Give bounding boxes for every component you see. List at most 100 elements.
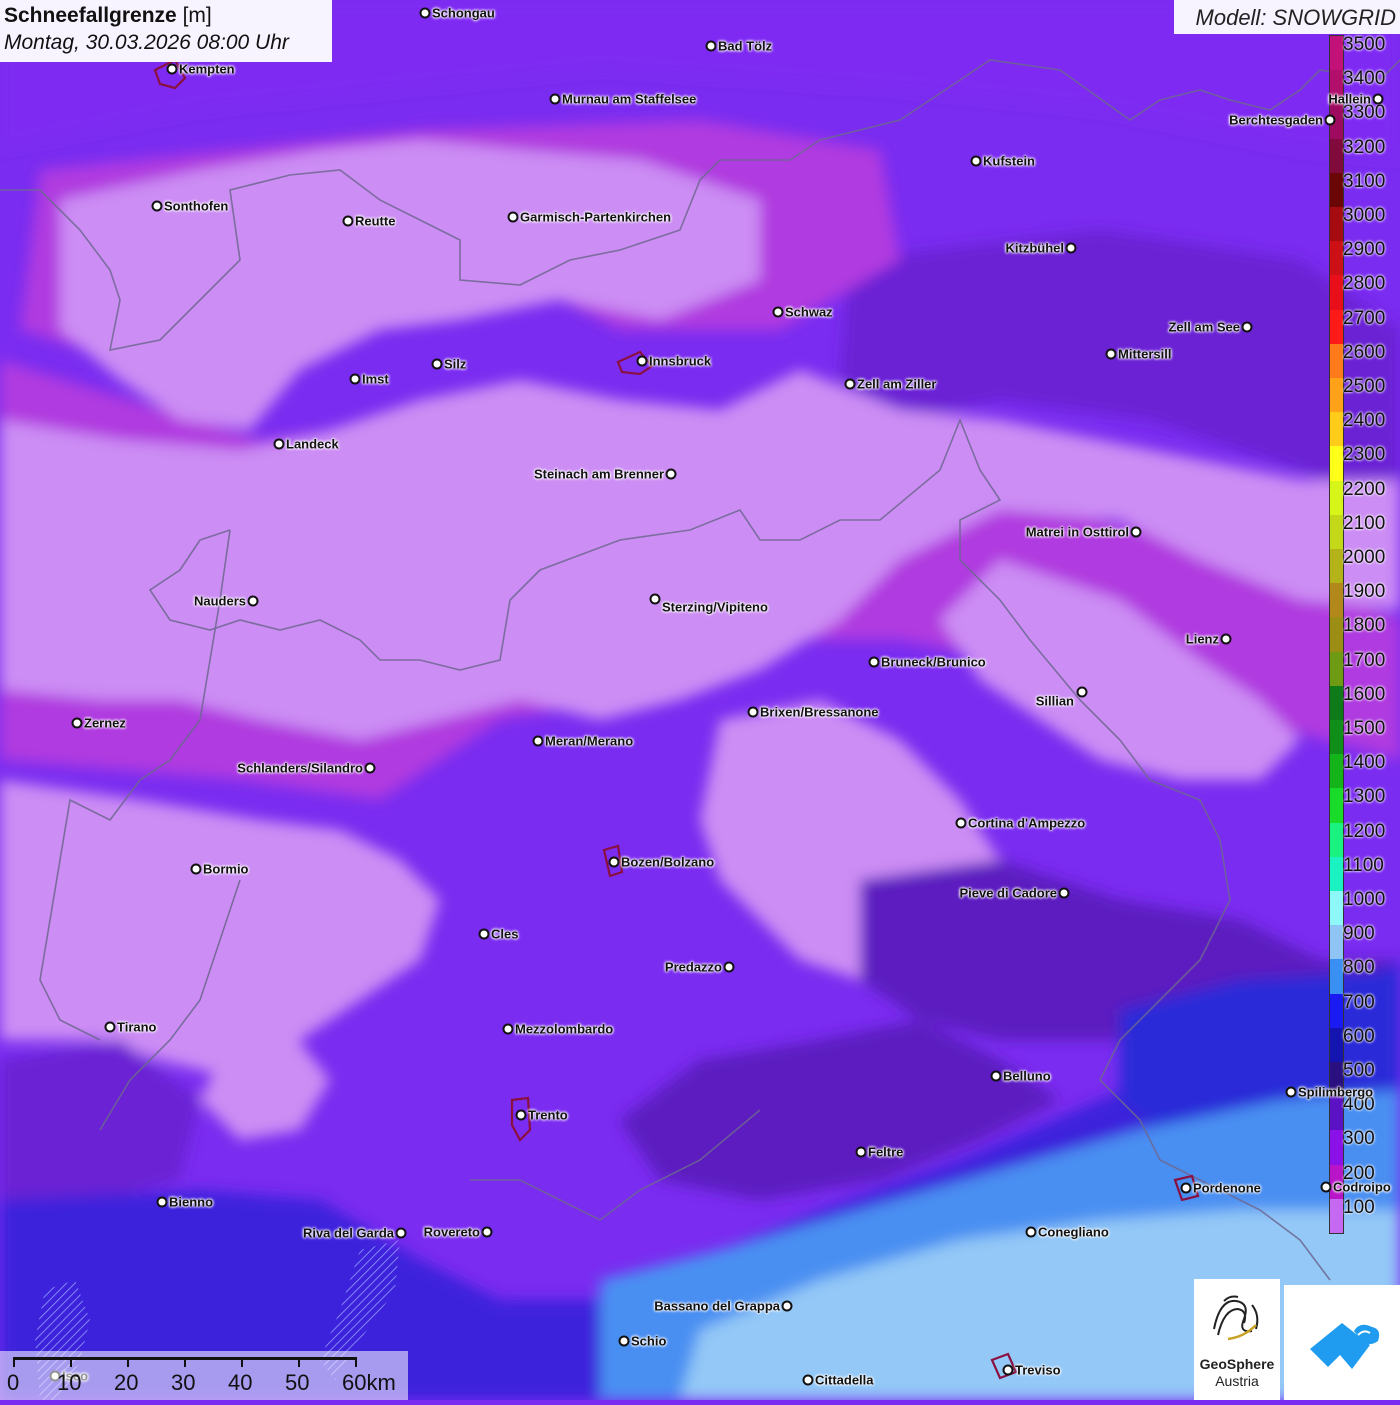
city-dot-icon	[273, 438, 285, 450]
scale-label: 0	[7, 1370, 20, 1395]
legend-swatch	[1330, 651, 1343, 687]
legend-label: 3400	[1343, 68, 1386, 90]
city-dot-icon	[1324, 114, 1336, 126]
scale-tick	[13, 1357, 15, 1367]
legend-label: 1700	[1343, 649, 1386, 671]
mountain-cloud-icon	[1310, 1323, 1380, 1369]
city-label: Schio	[631, 1333, 667, 1349]
city-dot-icon	[247, 595, 259, 607]
city-dot-icon	[1065, 242, 1077, 254]
city-dot-icon	[190, 863, 202, 875]
city-label: Silz	[444, 356, 467, 372]
city-dot-icon	[855, 1146, 867, 1158]
legend-label: 2200	[1343, 478, 1386, 500]
city-label: Schlanders/Silandro	[237, 760, 363, 776]
legend-label: 2300	[1343, 444, 1386, 466]
color-legend	[1329, 35, 1344, 1234]
legend-label: 500	[1343, 1060, 1375, 1081]
legend-swatch	[1330, 172, 1343, 208]
city-label: Innsbruck	[649, 353, 712, 369]
legend-swatch	[1330, 617, 1343, 653]
city-label: Zell am See	[1168, 319, 1240, 335]
city-dot-icon	[156, 1196, 168, 1208]
scale-tick	[241, 1357, 243, 1367]
city-dot-icon	[705, 40, 717, 52]
city-label: Predazzo	[664, 959, 722, 975]
legend-swatch	[1330, 309, 1343, 345]
city-label: Bormio	[203, 861, 249, 877]
legend-label: 2000	[1343, 547, 1386, 568]
legend-swatch	[1330, 754, 1343, 789]
city-label: Codroipo	[1333, 1179, 1391, 1195]
legend-swatch	[1330, 788, 1343, 824]
city-label: Bienno	[169, 1194, 214, 1210]
scale-label: 10	[57, 1370, 82, 1395]
city-label: Sonthofen	[164, 198, 229, 214]
map-title: Schneefallgrenze [m]	[4, 4, 212, 27]
model-label-box: Modell: SNOWGRID	[1174, 0, 1400, 34]
scale-tick	[127, 1357, 129, 1367]
city-label: Riva del Garda	[302, 1225, 394, 1241]
city-label: Cortina d'Ampezzo	[968, 815, 1086, 831]
legend-swatch	[1330, 856, 1343, 892]
city-label: Imst	[362, 371, 389, 387]
city-dot-icon	[1241, 321, 1253, 333]
city-dot-icon	[1058, 887, 1070, 899]
legend-label: 2600	[1343, 341, 1386, 363]
legend-swatch	[1330, 241, 1343, 276]
legend-label: 2500	[1343, 376, 1386, 397]
legend-label: 1200	[1343, 820, 1386, 842]
city-dot-icon	[349, 373, 361, 385]
city-dot-icon	[649, 593, 661, 605]
legend-label: 2100	[1343, 512, 1386, 534]
city-dot-icon	[431, 358, 443, 370]
legend-label: 700	[1343, 991, 1375, 1013]
legend-swatch	[1330, 446, 1343, 482]
city-label: Zernez	[84, 715, 126, 731]
city-label: Rovereto	[423, 1224, 480, 1240]
city-label: Garmisch-Partenkirchen	[520, 209, 672, 225]
legend-label: 2700	[1343, 307, 1386, 329]
city-label: Cles	[491, 926, 519, 942]
city-label: Nauders	[193, 593, 246, 609]
city-dot-icon	[549, 93, 561, 105]
city-label: Meran/Merano	[545, 733, 634, 749]
legend-swatch	[1330, 275, 1343, 311]
legend-swatch	[1330, 685, 1343, 721]
map-unit: [m]	[182, 4, 212, 27]
legend-label: 1900	[1343, 581, 1386, 603]
legend-swatch	[1330, 1027, 1343, 1063]
city-label: Bozen/Bolzano	[621, 854, 715, 870]
city-label: Feltre	[868, 1144, 904, 1160]
legend-swatch	[1330, 1130, 1343, 1166]
city-dot-icon	[1220, 633, 1232, 645]
city-label: Lienz	[1185, 631, 1219, 647]
city-dot-icon	[608, 856, 620, 868]
city-dot-icon	[844, 378, 856, 390]
map-datetime: Montag, 30.03.2026 08:00 Uhr	[4, 31, 289, 54]
city-label: Landeck	[286, 436, 339, 452]
city-dot-icon	[1130, 526, 1142, 538]
scale-label: 50	[285, 1370, 310, 1395]
city-label: Mezzolombardo	[515, 1021, 614, 1037]
city-dot-icon	[1372, 93, 1384, 105]
geosphere-subname: Austria	[1215, 1373, 1259, 1389]
city-dot-icon	[636, 355, 648, 367]
legend-label: 1500	[1343, 718, 1386, 739]
city-dot-icon	[1180, 1182, 1192, 1194]
legend-label: 1600	[1343, 683, 1386, 705]
city-dot-icon	[395, 1227, 407, 1239]
city-dot-icon	[772, 306, 784, 318]
city-dot-icon	[747, 706, 759, 718]
legend-swatch	[1330, 378, 1343, 413]
city-dot-icon	[1002, 1364, 1014, 1376]
legend-swatch	[1330, 343, 1343, 379]
city-label: Trento	[528, 1107, 568, 1123]
map-title-box: Schneefallgrenze [m] Montag, 30.03.2026 …	[0, 0, 332, 62]
city-dot-icon	[166, 63, 178, 75]
geosphere-emblem-icon	[1213, 1295, 1259, 1341]
legend-label: 100	[1343, 1196, 1375, 1218]
legend-swatch	[1330, 720, 1343, 755]
geosphere-logo-text: GeoSphere Austria	[1194, 1356, 1280, 1390]
legend-label: 1000	[1343, 889, 1386, 910]
